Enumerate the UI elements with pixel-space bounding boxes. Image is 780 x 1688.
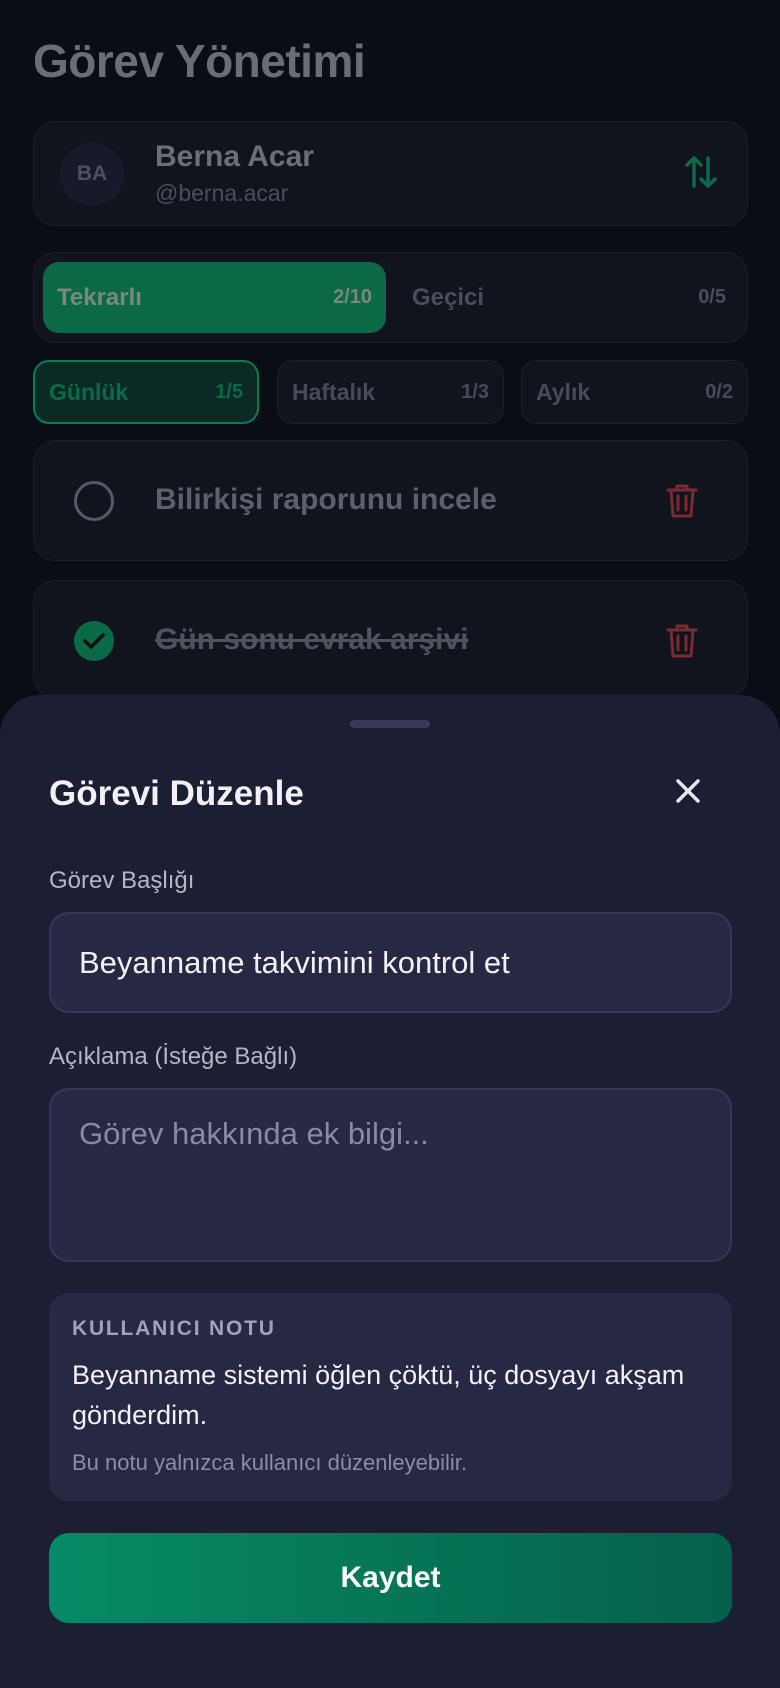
page-title: Görev Yönetimi (33, 35, 366, 87)
user-note: KULLANICI NOTU Beyanname sistemi öğlen ç… (49, 1293, 732, 1501)
user-card: BA Berna Acar @berna.acar (33, 121, 748, 226)
checkmark-icon (83, 633, 105, 649)
close-icon (676, 779, 700, 803)
task-title: Bilirkişi raporunu incele (155, 483, 497, 516)
description-input[interactable] (49, 1088, 732, 1262)
period-label: Aylık (536, 378, 591, 405)
user-handle: @berna.acar (155, 180, 289, 206)
user-note-hint: Bu notu yalnızca kullanıcı düzenleyebili… (72, 1450, 468, 1475)
task-title: Gün sonu evrak arşivi (155, 623, 469, 656)
tab-count: 0/5 (698, 286, 726, 308)
sort-arrows-icon[interactable] (681, 152, 721, 192)
period-label: Haftalık (292, 378, 376, 405)
user-note-heading: KULLANICI NOTU (72, 1317, 276, 1340)
task-checkbox[interactable] (74, 481, 114, 521)
trash-icon[interactable] (666, 623, 698, 659)
tab-label: Tekrarlı (57, 283, 142, 311)
period-count: 0/2 (705, 380, 733, 403)
period-count: 1/5 (215, 380, 243, 403)
avatar: BA (60, 142, 124, 206)
period-tab-monthly[interactable]: Aylık 0/2 (521, 360, 748, 424)
description-label: Açıklama (İsteğe Bağlı) (49, 1043, 298, 1070)
task-title-input[interactable] (49, 912, 732, 1013)
period-tab-daily[interactable]: Günlük 1/5 (33, 360, 259, 424)
task-type-tabs: Tekrarlı 2/10 Geçici 0/5 (33, 252, 748, 343)
close-button[interactable] (668, 771, 708, 811)
period-count: 1/3 (461, 380, 489, 403)
tab-count: 2/10 (333, 286, 372, 308)
task-title-label: Görev Başlığı (49, 867, 195, 894)
tab-recurring[interactable]: Tekrarlı 2/10 (43, 262, 386, 333)
tab-label: Geçici (412, 283, 485, 311)
trash-icon[interactable] (666, 483, 698, 519)
task-checkbox-checked[interactable] (74, 621, 114, 661)
task-item[interactable]: Gün sonu evrak arşivi (33, 580, 748, 698)
period-tab-weekly[interactable]: Haftalık 1/3 (277, 360, 504, 424)
edit-task-sheet: Görevi Düzenle Görev Başlığı Açıklama (İ… (0, 695, 780, 1688)
period-label: Günlük (49, 378, 129, 405)
sheet-title: Görevi Düzenle (49, 774, 304, 813)
task-item[interactable]: Bilirkişi raporunu incele (33, 440, 748, 561)
user-name: Berna Acar (155, 140, 314, 173)
tab-temporary[interactable]: Geçici 0/5 (398, 262, 740, 333)
user-note-text: Beyanname sistemi öğlen çöktü, üç dosyay… (72, 1360, 685, 1430)
sheet-grabber[interactable] (350, 720, 430, 728)
save-button[interactable]: Kaydet (49, 1533, 732, 1623)
